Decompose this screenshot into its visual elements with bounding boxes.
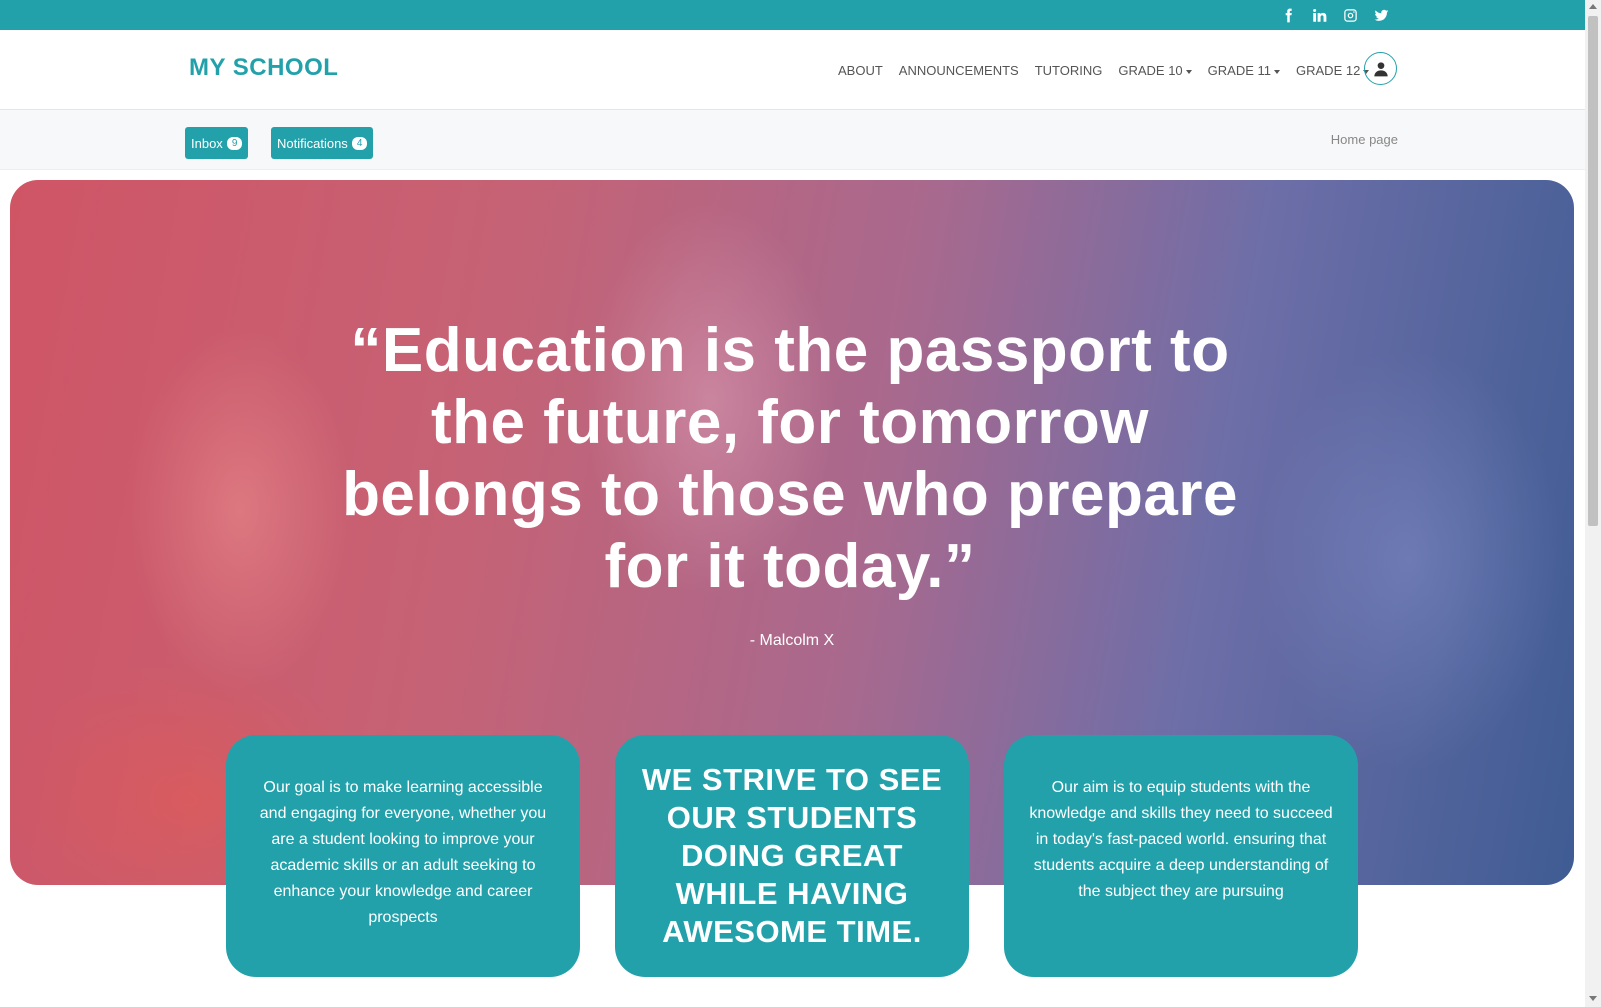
social-links [1280, 7, 1390, 24]
twitter-icon[interactable] [1373, 7, 1390, 24]
mission-card: WE STRIVE TO SEE OUR STUDENTS DOING GREA… [615, 735, 969, 977]
facebook-icon[interactable] [1280, 7, 1297, 24]
aim-card: Our aim is to equip students with the kn… [1004, 735, 1358, 977]
nav-grade-12[interactable]: GRADE 12 [1296, 63, 1370, 78]
nav-grade-10-label: GRADE 10 [1118, 63, 1183, 78]
sub-bar: Inbox 9 Notifications 4 Home page [0, 110, 1585, 170]
top-bar [0, 0, 1585, 30]
nav-grade-10[interactable]: GRADE 10 [1118, 63, 1192, 78]
linkedin-icon[interactable] [1311, 7, 1328, 24]
nav-tutoring[interactable]: TUTORING [1035, 63, 1103, 78]
site-logo[interactable]: MY SCHOOL [189, 54, 338, 82]
notifications-button[interactable]: Notifications 4 [271, 127, 374, 159]
nav-grade-11[interactable]: GRADE 11 [1207, 63, 1281, 78]
main-nav: ABOUT ANNOUNCEMENTS TUTORING GRADE 10 GR… [838, 63, 1370, 78]
aim-card-text: Our aim is to equip students with the kn… [1029, 779, 1333, 900]
nav-grade-12-label: GRADE 12 [1296, 63, 1361, 78]
nav-announcements[interactable]: ANNOUNCEMENTS [899, 63, 1019, 78]
instagram-icon[interactable] [1342, 7, 1359, 24]
site-header: MY SCHOOL ABOUT ANNOUNCEMENTS TUTORING G… [0, 30, 1585, 110]
nav-grade-11-label: GRADE 11 [1207, 63, 1272, 78]
goal-card: Our goal is to make learning accessible … [226, 735, 580, 977]
user-avatar-button[interactable] [1364, 52, 1397, 85]
inbox-label: Inbox [191, 135, 223, 151]
notifications-label: Notifications [277, 135, 348, 151]
mission-card-text: WE STRIVE TO SEE OUR STUDENTS DOING GREA… [641, 762, 943, 949]
user-icon [1373, 61, 1388, 76]
hero-quote: “Education is the passport to the future… [342, 316, 1238, 601]
breadcrumb[interactable]: Home page [1331, 132, 1398, 147]
scroll-up-icon[interactable] [1589, 4, 1597, 9]
scroll-down-icon[interactable] [1589, 996, 1597, 1001]
scrollbar-thumb[interactable] [1588, 16, 1598, 526]
nav-about[interactable]: ABOUT [838, 63, 883, 78]
inbox-count-badge: 9 [226, 136, 243, 150]
notifications-count-badge: 4 [351, 136, 368, 150]
inbox-button[interactable]: Inbox 9 [185, 127, 249, 159]
quote-author: - Malcolm X [749, 632, 835, 649]
chevron-down-icon [1185, 69, 1192, 74]
goal-card-text: Our goal is to make learning accessible … [259, 779, 547, 926]
chevron-down-icon [1274, 69, 1281, 74]
